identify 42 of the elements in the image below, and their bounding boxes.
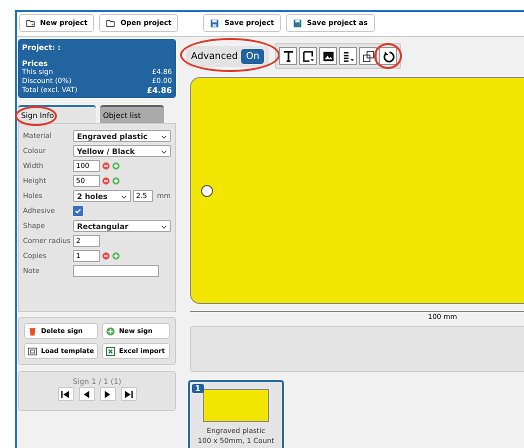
last-button[interactable] [120, 387, 136, 401]
skip-back-icon [61, 390, 70, 398]
minus-icon[interactable] [102, 176, 110, 184]
tool-button[interactable] [279, 47, 298, 65]
checkbox[interactable] [73, 206, 83, 216]
spreadsheet-icon [106, 346, 115, 356]
tool-button[interactable] [379, 47, 398, 65]
toggle-state: On [240, 48, 264, 64]
first-button[interactable] [58, 387, 74, 401]
text-field[interactable] [73, 264, 159, 276]
chevron-icon [161, 224, 167, 228]
chevron-icon [161, 134, 167, 138]
tool-button[interactable] [359, 47, 378, 65]
plus-icon [106, 326, 115, 336]
rotate-icon [382, 50, 395, 62]
advanced-toggle[interactable]: Advanced On [186, 46, 270, 66]
tool-button[interactable] [319, 47, 338, 65]
chevron-icon [121, 194, 127, 198]
play-back-icon [82, 390, 91, 398]
text-icon [282, 50, 295, 62]
price-value: £4.86 [146, 86, 172, 95]
resize-icon [362, 50, 375, 62]
template-icon [28, 346, 37, 356]
mounting-hole [201, 185, 213, 197]
tool-button[interactable] [339, 47, 358, 65]
image-icon [322, 50, 335, 62]
chevron-icon [161, 150, 167, 154]
play-icon [103, 390, 112, 398]
folder-icon [26, 18, 35, 28]
minus-icon[interactable] [102, 162, 110, 170]
thumbnail-number: 1 [192, 384, 204, 393]
folder-icon [106, 18, 116, 28]
trash-icon [28, 326, 37, 336]
sign-miniature [203, 389, 269, 422]
shape-icon [302, 50, 315, 62]
toggle-label: Advanced [191, 50, 238, 62]
next-button[interactable] [100, 387, 116, 401]
tool-button[interactable] [299, 47, 318, 65]
skip-forward-icon [124, 390, 133, 398]
previous-button[interactable] [78, 387, 94, 401]
minus-icon[interactable] [102, 252, 110, 260]
align-icon [342, 50, 355, 62]
